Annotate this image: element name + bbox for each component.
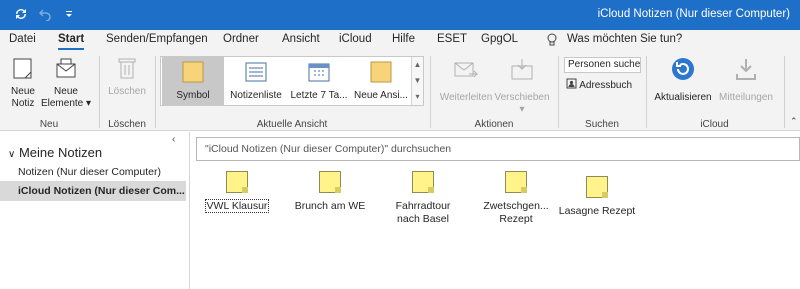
tab-ansicht[interactable]: Ansicht [282, 33, 320, 45]
sticky-note-icon [586, 176, 608, 198]
group-label-suchen: Suchen [585, 119, 619, 130]
view-letzte-7-tage[interactable]: Letzte 7 Ta... [288, 57, 350, 105]
sticky-note-icon [505, 171, 527, 193]
refresh-button[interactable]: Aktualisieren [652, 56, 714, 104]
refresh-icon [672, 58, 694, 80]
tab-ordner[interactable]: Ordner [223, 33, 259, 45]
new-items-button[interactable]: Neue Elemente ▾ [40, 56, 92, 110]
delete-button[interactable]: Löschen [104, 56, 150, 98]
note-title: VWL Klausur [204, 199, 270, 213]
ribbon-separator [430, 56, 431, 128]
title-bar: iCloud Notizen (Nur dieser Computer) [0, 0, 800, 30]
view-letzte-7-tage-label: Letzte 7 Ta... [290, 90, 348, 101]
navigation-pane: ‹ ∨ Meine Notizen Notizen (Nur dieser Co… [0, 132, 190, 289]
move-folder-icon [511, 59, 533, 80]
new-note-label-2: Notiz [11, 98, 35, 109]
new-note-icon [13, 58, 32, 79]
nav-header[interactable]: ∨ Meine Notizen [8, 145, 102, 160]
view-notizenliste[interactable]: Notizenliste [225, 57, 287, 105]
ribbon-separator [99, 56, 100, 128]
download-icon [736, 59, 756, 80]
ribbon-separator [784, 56, 785, 128]
new-items-label-1: Neue [54, 86, 78, 97]
new-items-label-2: Elemente ▾ [40, 98, 92, 109]
view-gallery: Symbol Notizenliste Letzte 7 Ta... Neue … [160, 56, 424, 106]
tab-senden-empfangen[interactable]: Senden/Empfangen [106, 33, 208, 45]
customize-toolbar-icon[interactable] [64, 9, 74, 22]
tab-start[interactable]: Start [58, 33, 85, 50]
note-title: Zwetschgen... Rezept [483, 200, 549, 225]
chevron-down-icon: ∨ [8, 149, 16, 160]
address-book-label: Adressbuch [579, 80, 633, 91]
move-dropdown-icon: ▾ [519, 104, 525, 115]
note-title: Lasagne Rezept [558, 205, 636, 217]
address-book-button[interactable]: Adressbuch [566, 78, 632, 91]
lightbulb-icon [546, 33, 558, 50]
tab-icloud[interactable]: iCloud [339, 33, 372, 45]
tell-me-search[interactable]: Was möchten Sie tun? [567, 33, 682, 45]
nav-item-icloud-notizen[interactable]: iCloud Notizen (Nur dieser Com... [0, 181, 186, 201]
note-title: Brunch am WE [294, 200, 366, 212]
sticky-note-icon [370, 61, 392, 83]
group-label-aktionen: Aktionen [474, 119, 514, 130]
notifications-button[interactable]: Mitteilungen [714, 56, 778, 104]
group-label-loeschen: Löschen [108, 119, 146, 130]
ribbon-separator [558, 56, 559, 128]
search-people-input[interactable]: Personen suchen [564, 57, 641, 73]
delete-label: Löschen [108, 86, 146, 97]
trash-icon [118, 58, 136, 79]
tab-hilfe[interactable]: Hilfe [392, 33, 415, 45]
tab-eset[interactable]: ESET [437, 33, 467, 45]
view-notizenliste-label: Notizenliste [230, 90, 282, 101]
window-title: iCloud Notizen (Nur dieser Computer) [597, 8, 790, 20]
notifications-label: Mitteilungen [719, 92, 773, 103]
view-neue-ansicht[interactable]: Neue Ansi... [351, 57, 411, 105]
move-label: Verschieben [494, 92, 550, 103]
notes-search-input[interactable]: "iCloud Notizen (Nur dieser Computer)" d… [196, 137, 800, 161]
new-note-button[interactable]: Neue Notiz [6, 56, 40, 110]
view-symbol-label: Symbol [176, 90, 210, 101]
view-symbol[interactable]: Symbol [162, 57, 224, 105]
menu-bar: Datei Start Senden/Empfangen Ordner Ansi… [0, 30, 800, 52]
sticky-note-icon [226, 171, 248, 193]
new-items-icon [56, 58, 76, 78]
sticky-note-icon [182, 61, 204, 83]
nav-header-label: Meine Notizen [18, 145, 103, 160]
ribbon: Neue Notiz Neue Elemente ▾ Neu Löschen L… [0, 52, 800, 131]
forward-label: Weiterleiten [439, 92, 493, 103]
forward-button[interactable]: Weiterleiten [438, 58, 494, 104]
collapse-ribbon-icon[interactable]: ⌃ [790, 116, 798, 127]
gallery-down-icon[interactable]: ▼ [412, 73, 423, 89]
list-icon [245, 62, 267, 82]
ribbon-separator [646, 56, 647, 128]
group-label-ansicht: Aktuelle Ansicht [256, 119, 328, 130]
forward-mail-icon [454, 62, 479, 78]
sync-icon[interactable] [14, 7, 28, 24]
collapse-pane-icon[interactable]: ‹ [172, 134, 175, 145]
tab-gpgol[interactable]: GpgOL [481, 33, 518, 45]
nav-item-notizen[interactable]: Notizen (Nur dieser Computer) [0, 162, 186, 182]
note-title: Fahrradtour nach Basel [395, 200, 451, 225]
group-label-icloud: iCloud [700, 119, 729, 130]
view-neue-ansicht-label: Neue Ansi... [354, 90, 408, 101]
refresh-label: Aktualisieren [654, 92, 712, 103]
gallery-up-icon[interactable]: ▲ [412, 57, 423, 73]
ribbon-separator [155, 56, 156, 128]
undo-icon[interactable] [38, 7, 52, 24]
gallery-scrollbar[interactable]: ▲ ▼ ▾ [411, 57, 423, 105]
gallery-expand-icon[interactable]: ▾ [412, 89, 423, 105]
calendar-icon [308, 63, 330, 82]
move-button[interactable]: Verschieben ▾ [492, 58, 552, 116]
address-book-icon [566, 78, 577, 89]
sticky-note-icon [412, 171, 434, 193]
tab-datei[interactable]: Datei [9, 33, 36, 45]
sticky-note-icon [319, 171, 341, 193]
new-note-label-1: Neue [11, 86, 35, 97]
group-label-neu: Neu [39, 119, 59, 130]
